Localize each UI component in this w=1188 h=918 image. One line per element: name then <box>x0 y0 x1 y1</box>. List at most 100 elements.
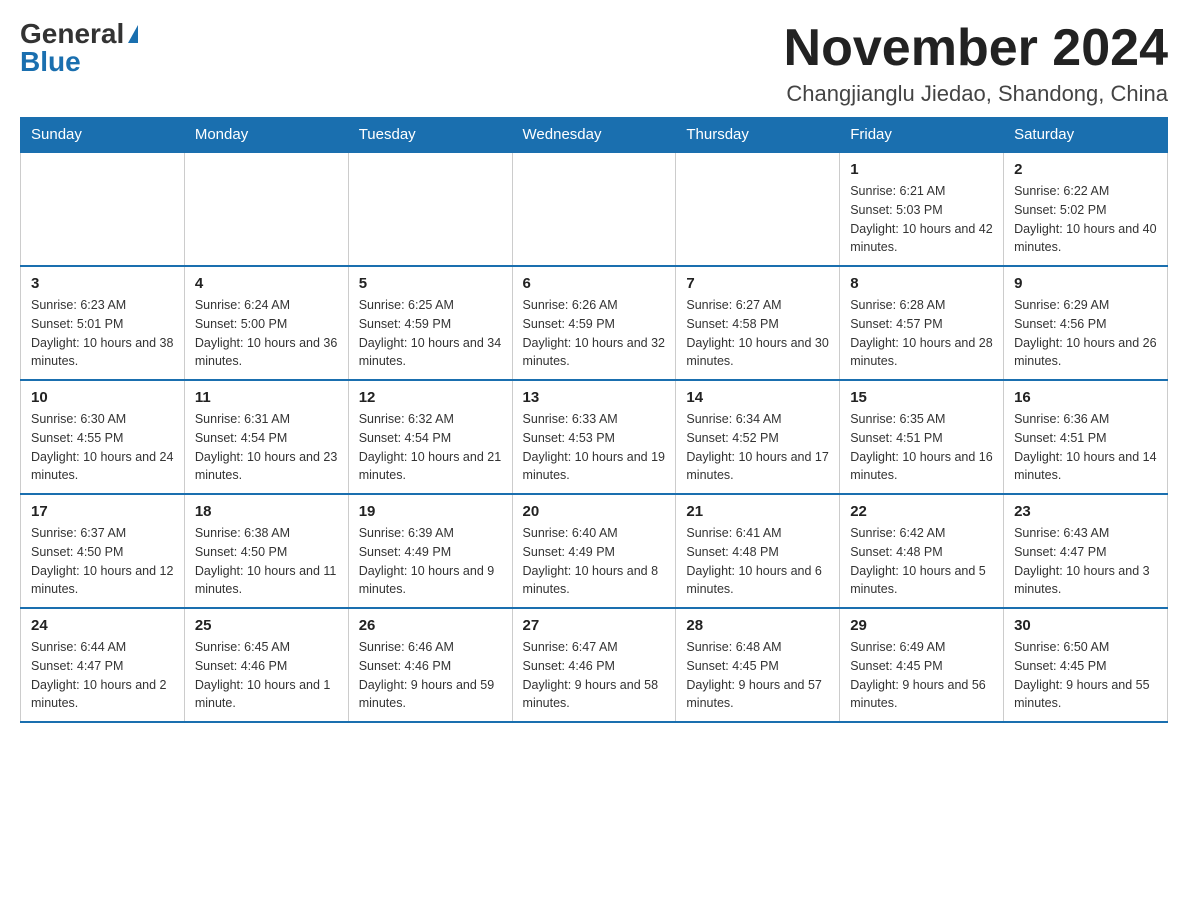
month-title: November 2024 <box>784 20 1168 77</box>
day-info: Sunrise: 6:32 AMSunset: 4:54 PMDaylight:… <box>359 410 502 485</box>
calendar-week-row: 24Sunrise: 6:44 AMSunset: 4:47 PMDayligh… <box>21 608 1168 722</box>
day-number: 12 <box>359 389 502 406</box>
day-number: 29 <box>850 617 993 634</box>
day-info: Sunrise: 6:42 AMSunset: 4:48 PMDaylight:… <box>850 524 993 599</box>
day-info: Sunrise: 6:25 AMSunset: 4:59 PMDaylight:… <box>359 296 502 371</box>
calendar-cell: 29 Sunrise: 6:49 AMSunset: 4:45 PMDayligh… <box>840 608 1004 722</box>
column-header-monday: Monday <box>184 118 348 153</box>
day-info: Sunrise: 6:50 AMSunset: 4:45 PMDaylight:… <box>1014 638 1157 713</box>
calendar-cell: 21Sunrise: 6:41 AMSunset: 4:48 PMDayligh… <box>676 494 840 608</box>
day-info: Sunrise: 6:45 AMSunset: 4:46 PMDaylight:… <box>195 638 338 713</box>
column-header-thursday: Thursday <box>676 118 840 153</box>
day-number: 14 <box>686 389 829 406</box>
calendar-cell <box>512 152 676 266</box>
day-number: 17 <box>31 503 174 520</box>
column-header-sunday: Sunday <box>21 118 185 153</box>
location-subtitle: Changjianglu Jiedao, Shandong, China <box>784 81 1168 107</box>
calendar-cell: 6Sunrise: 6:26 AMSunset: 4:59 PMDaylight… <box>512 266 676 380</box>
day-info: Sunrise: 6:33 AMSunset: 4:53 PMDaylight:… <box>523 410 666 485</box>
day-info: Sunrise: 6:41 AMSunset: 4:48 PMDaylight:… <box>686 524 829 599</box>
logo-triangle-icon <box>128 25 138 43</box>
calendar-cell: 15 Sunrise: 6:35 AMSunset: 4:51 PMDayligh… <box>840 380 1004 494</box>
day-number: 8 <box>850 275 993 292</box>
day-number: 9 <box>1014 275 1157 292</box>
day-number: 2 <box>1014 161 1157 178</box>
calendar-week-row: 10 Sunrise: 6:30 AMSunset: 4:55 PMDayligh… <box>21 380 1168 494</box>
day-info: Sunrise: 6:30 AMSunset: 4:55 PMDaylight:… <box>31 410 174 485</box>
calendar-cell: 1 Sunrise: 6:21 AMSunset: 5:03 PMDaylight… <box>840 152 1004 266</box>
calendar-cell: 25 Sunrise: 6:45 AMSunset: 4:46 PMDayligh… <box>184 608 348 722</box>
day-number: 4 <box>195 275 338 292</box>
column-header-tuesday: Tuesday <box>348 118 512 153</box>
calendar-header-row: SundayMondayTuesdayWednesdayThursdayFrid… <box>21 118 1168 153</box>
day-info: Sunrise: 6:49 AMSunset: 4:45 PMDaylight:… <box>850 638 993 713</box>
day-info: Sunrise: 6:23 AMSunset: 5:01 PMDaylight:… <box>31 296 174 371</box>
day-number: 11 <box>195 389 338 406</box>
calendar-cell: 4 Sunrise: 6:24 AMSunset: 5:00 PMDaylight… <box>184 266 348 380</box>
day-number: 28 <box>686 617 829 634</box>
column-header-wednesday: Wednesday <box>512 118 676 153</box>
calendar-cell: 5 Sunrise: 6:25 AMSunset: 4:59 PMDaylight… <box>348 266 512 380</box>
day-number: 15 <box>850 389 993 406</box>
calendar-week-row: 3 Sunrise: 6:23 AMSunset: 5:01 PMDaylight… <box>21 266 1168 380</box>
day-number: 13 <box>523 389 666 406</box>
logo-blue-text: Blue <box>20 48 81 76</box>
day-info: Sunrise: 6:28 AMSunset: 4:57 PMDaylight:… <box>850 296 993 371</box>
calendar-cell: 8 Sunrise: 6:28 AMSunset: 4:57 PMDaylight… <box>840 266 1004 380</box>
calendar-cell: 9Sunrise: 6:29 AMSunset: 4:56 PMDaylight… <box>1004 266 1168 380</box>
day-number: 16 <box>1014 389 1157 406</box>
day-number: 30 <box>1014 617 1157 634</box>
calendar-cell: 16Sunrise: 6:36 AMSunset: 4:51 PMDayligh… <box>1004 380 1168 494</box>
calendar-cell: 18Sunrise: 6:38 AMSunset: 4:50 PMDayligh… <box>184 494 348 608</box>
calendar-table: SundayMondayTuesdayWednesdayThursdayFrid… <box>20 117 1168 723</box>
calendar-cell: 19 Sunrise: 6:39 AMSunset: 4:49 PMDayligh… <box>348 494 512 608</box>
day-info: Sunrise: 6:39 AMSunset: 4:49 PMDaylight:… <box>359 524 502 599</box>
day-number: 3 <box>31 275 174 292</box>
calendar-cell: 28 Sunrise: 6:48 AMSunset: 4:45 PMDayligh… <box>676 608 840 722</box>
calendar-cell: 26 Sunrise: 6:46 AMSunset: 4:46 PMDayligh… <box>348 608 512 722</box>
calendar-cell: 3 Sunrise: 6:23 AMSunset: 5:01 PMDaylight… <box>21 266 185 380</box>
day-number: 19 <box>359 503 502 520</box>
day-number: 20 <box>523 503 666 520</box>
day-number: 10 <box>31 389 174 406</box>
day-number: 23 <box>1014 503 1157 520</box>
day-info: Sunrise: 6:21 AMSunset: 5:03 PMDaylight:… <box>850 182 993 257</box>
day-number: 27 <box>523 617 666 634</box>
day-info: Sunrise: 6:46 AMSunset: 4:46 PMDaylight:… <box>359 638 502 713</box>
calendar-cell: 20Sunrise: 6:40 AMSunset: 4:49 PMDayligh… <box>512 494 676 608</box>
calendar-cell: 12 Sunrise: 6:32 AMSunset: 4:54 PMDayligh… <box>348 380 512 494</box>
column-header-saturday: Saturday <box>1004 118 1168 153</box>
calendar-cell: 24Sunrise: 6:44 AMSunset: 4:47 PMDayligh… <box>21 608 185 722</box>
calendar-cell: 14Sunrise: 6:34 AMSunset: 4:52 PMDayligh… <box>676 380 840 494</box>
calendar-cell: 10 Sunrise: 6:30 AMSunset: 4:55 PMDayligh… <box>21 380 185 494</box>
day-info: Sunrise: 6:24 AMSunset: 5:00 PMDaylight:… <box>195 296 338 371</box>
day-number: 22 <box>850 503 993 520</box>
day-info: Sunrise: 6:27 AMSunset: 4:58 PMDaylight:… <box>686 296 829 371</box>
calendar-cell: 22 Sunrise: 6:42 AMSunset: 4:48 PMDayligh… <box>840 494 1004 608</box>
day-info: Sunrise: 6:31 AMSunset: 4:54 PMDaylight:… <box>195 410 338 485</box>
calendar-cell: 23 Sunrise: 6:43 AMSunset: 4:47 PMDayligh… <box>1004 494 1168 608</box>
calendar-cell: 27 Sunrise: 6:47 AMSunset: 4:46 PMDayligh… <box>512 608 676 722</box>
calendar-week-row: 1 Sunrise: 6:21 AMSunset: 5:03 PMDaylight… <box>21 152 1168 266</box>
day-number: 1 <box>850 161 993 178</box>
calendar-cell <box>184 152 348 266</box>
day-number: 25 <box>195 617 338 634</box>
calendar-cell: 2 Sunrise: 6:22 AMSunset: 5:02 PMDaylight… <box>1004 152 1168 266</box>
calendar-cell <box>676 152 840 266</box>
calendar-cell <box>348 152 512 266</box>
day-number: 26 <box>359 617 502 634</box>
day-number: 5 <box>359 275 502 292</box>
logo: General Blue <box>20 20 138 76</box>
day-info: Sunrise: 6:47 AMSunset: 4:46 PMDaylight:… <box>523 638 666 713</box>
day-number: 7 <box>686 275 829 292</box>
day-number: 6 <box>523 275 666 292</box>
page-header: General Blue November 2024 Changjianglu … <box>20 20 1168 107</box>
day-info: Sunrise: 6:43 AMSunset: 4:47 PMDaylight:… <box>1014 524 1157 599</box>
day-info: Sunrise: 6:48 AMSunset: 4:45 PMDaylight:… <box>686 638 829 713</box>
title-section: November 2024 Changjianglu Jiedao, Shand… <box>784 20 1168 107</box>
calendar-cell: 7 Sunrise: 6:27 AMSunset: 4:58 PMDaylight… <box>676 266 840 380</box>
day-number: 24 <box>31 617 174 634</box>
day-info: Sunrise: 6:35 AMSunset: 4:51 PMDaylight:… <box>850 410 993 485</box>
day-info: Sunrise: 6:22 AMSunset: 5:02 PMDaylight:… <box>1014 182 1157 257</box>
column-header-friday: Friday <box>840 118 1004 153</box>
